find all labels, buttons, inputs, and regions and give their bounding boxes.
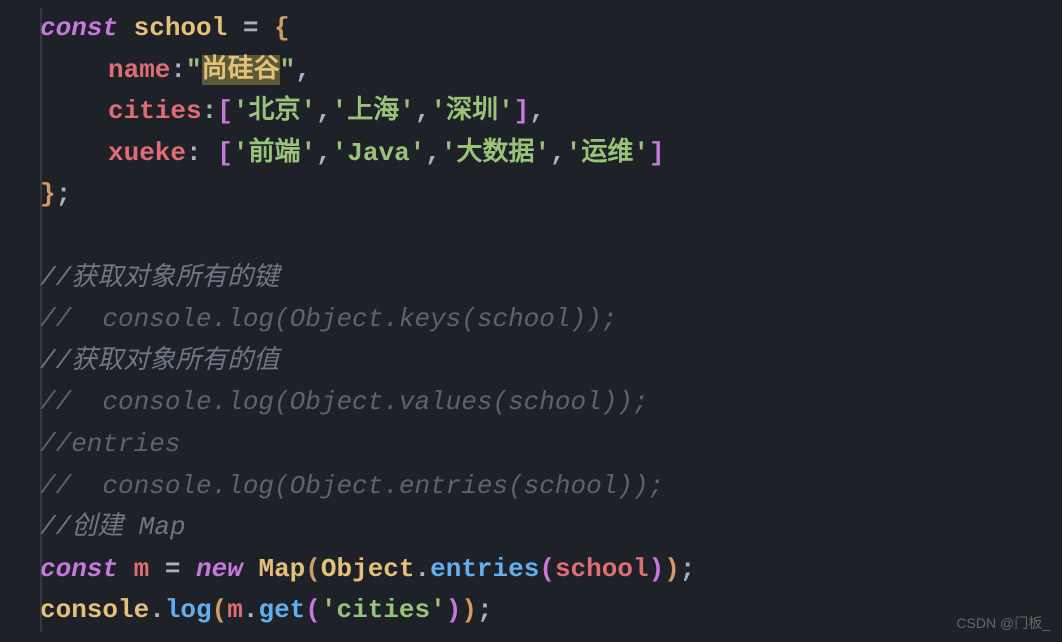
code-line[interactable]: // console.log(Object.entries(school)); [40,466,1062,508]
watermark: CSDN @门板_ [956,612,1050,634]
blank-line[interactable] [40,216,1062,258]
code-line[interactable]: //获取对象所有的值 [40,341,1062,383]
code-line[interactable]: const m = new Map(Object.entries(school)… [40,549,1062,591]
code-line[interactable]: //entries [40,424,1062,466]
code-line[interactable]: console.log(m.get('cities')); [40,590,1062,632]
code-line[interactable]: }; [40,174,1062,216]
code-line[interactable]: //获取对象所有的键 [40,258,1062,300]
code-line[interactable]: const school = { [40,8,1062,50]
code-line[interactable]: // console.log(Object.values(school)); [40,382,1062,424]
code-line[interactable]: xueke: ['前端','Java','大数据','运维'] [40,133,1062,175]
code-editor[interactable]: const school = { name:"尚硅谷", cities:['北京… [0,8,1062,632]
indent-guide [40,8,42,632]
code-line[interactable]: name:"尚硅谷", [40,50,1062,92]
code-line[interactable]: cities:['北京','上海','深圳'], [40,91,1062,133]
code-line[interactable]: // console.log(Object.keys(school)); [40,299,1062,341]
code-line[interactable]: //创建 Map [40,507,1062,549]
